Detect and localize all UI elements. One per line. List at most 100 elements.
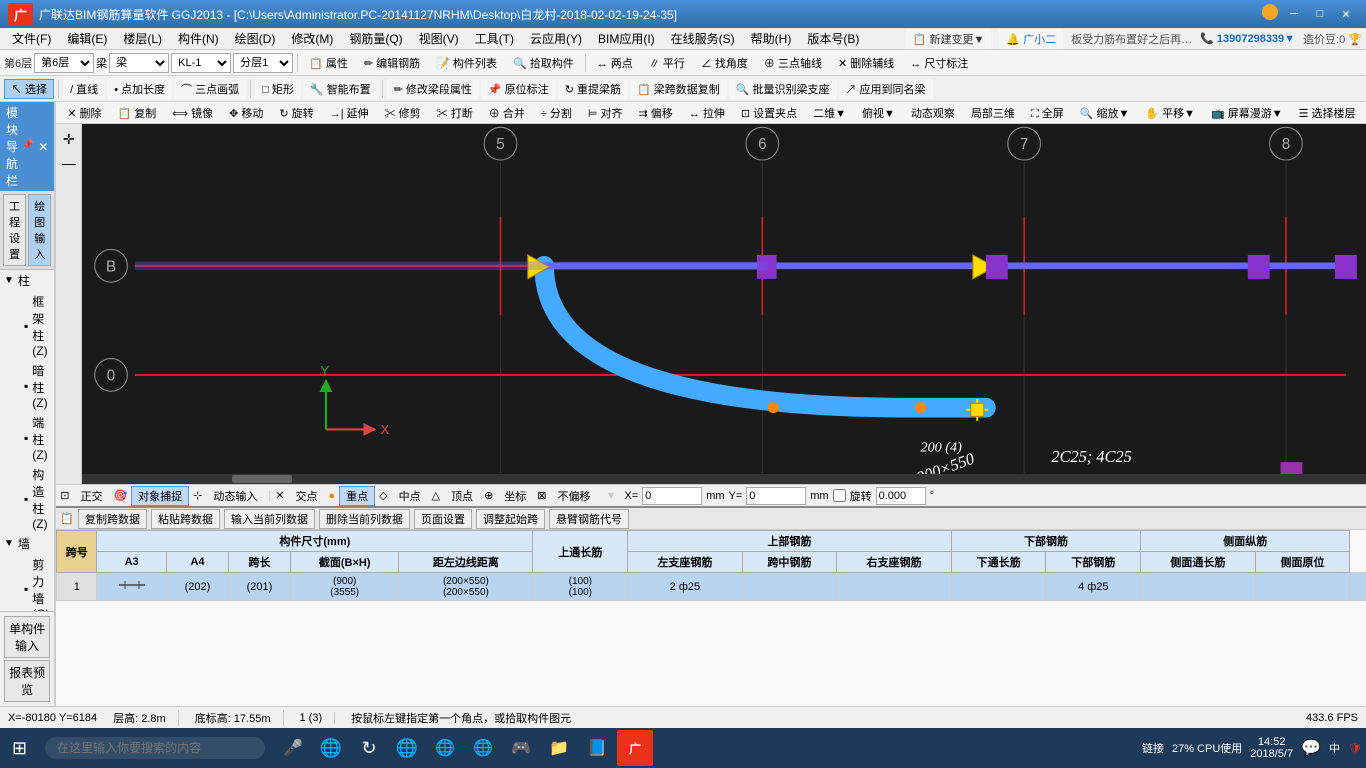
traffic-green[interactable] [1262,4,1278,20]
taskbar-link[interactable]: 链接 [1142,740,1164,756]
menu-tools[interactable]: 工具(T) [467,28,522,49]
delete-col-data-btn[interactable]: 删除当前列数据 [319,509,410,529]
nav-item-end-column[interactable]: ▪端柱(Z) [0,412,54,464]
adjust-start-span-btn[interactable]: 调整起始跨 [476,509,545,529]
break-btn[interactable]: ✂ 打断 [430,103,480,123]
snap-coord[interactable]: 坐标 [497,486,533,506]
find-angle-btn[interactable]: ∠ 找角度 [694,53,755,73]
menu-bim[interactable]: BIM应用(I) [590,28,663,49]
fullscreen-btn[interactable]: ⛶ 全屏 [1024,103,1071,123]
taskbar-glodon-icon[interactable]: 广 [617,730,653,766]
menu-file[interactable]: 文件(F) [4,28,59,49]
snap-dynamic[interactable]: 动态输入 [206,486,264,506]
nav-item-shear-wall[interactable]: ▪剪力墙(Q) [0,554,54,611]
modify-segment-btn[interactable]: ✏ 修改梁段属性 [387,79,479,99]
snap-no-offset[interactable]: 不偏移 [551,486,598,506]
taskbar-browser1-icon[interactable]: 🌐 [313,730,349,766]
taskbar-chrome-icon[interactable]: 🌐 [427,730,463,766]
select-btn[interactable]: ↖ 选择 [4,79,54,99]
snap-object[interactable]: 对象捕捉 [131,486,189,506]
side-tool-add[interactable]: ✛ [58,128,80,150]
menu-cloud[interactable]: 云应用(Y) [522,28,590,49]
snap-endpoint[interactable]: 重点 [339,486,375,506]
layer-select[interactable]: 第6层 [34,53,94,73]
taskbar-search-input[interactable] [45,737,265,759]
dimension-btn[interactable]: ↔ 尺寸标注 [903,53,975,73]
apply-same-name-btn[interactable]: ↗ 应用到同名梁 [839,79,933,99]
taskbar-notification-btn[interactable]: 💬 [1301,738,1321,758]
arc-btn[interactable]: ⌒ 三点画弧 [174,79,246,99]
copy-span-btn[interactable]: 📋 梁跨数据复制 [630,79,727,99]
taskbar-antivirus[interactable]: 🛡 [1348,742,1362,755]
minimize-button[interactable]: ─ [1282,4,1306,24]
hscrollbar[interactable] [82,474,1366,484]
menu-online[interactable]: 在线服务(S) [663,28,743,49]
nav-group-wall[interactable]: ▼ 墙 [0,533,54,554]
edit-rebar-btn[interactable]: ✏ 编辑钢筋 [357,53,427,73]
nav-close-btn[interactable]: ✕ [38,140,48,154]
restore-button[interactable]: □ [1308,4,1332,24]
delete-aux-btn[interactable]: ✕ 删除辅线 [831,53,901,73]
batch-id-btn[interactable]: 🔍 批量识别梁支座 [729,79,837,99]
delete-btn[interactable]: ✕ 删除 [60,103,108,123]
menu-floor[interactable]: 楼层(L) [115,28,170,49]
menu-component[interactable]: 构件(N) [170,28,227,49]
y-input[interactable] [746,487,806,505]
move-btn[interactable]: ✥ 移动 [222,103,270,123]
split-btn[interactable]: ÷ 分割 [534,103,579,123]
close-button[interactable]: ✕ [1334,4,1358,24]
menu-help[interactable]: 帮助(H) [743,28,800,49]
taskbar-chrome2-icon[interactable]: 🌐 [465,730,501,766]
parallel-btn[interactable]: ∥ 平行 [642,53,692,73]
snap-orthogonal[interactable]: 正交 [73,486,109,506]
rect-btn[interactable]: □ 矩形 [255,79,301,99]
data-table-container[interactable]: 跨号 构件尺寸(mm) 上通长筋 上部钢筋 下部钢筋 侧面纵筋 A3 A4 跨长 [56,530,1366,706]
nav-item-dark-column[interactable]: ▪暗柱(Z) [0,360,54,412]
menu-view[interactable]: 视图(V) [411,28,467,49]
grip-btn[interactable]: ⊡ 设置夹点 [734,103,804,123]
side-tool-minus[interactable]: — [58,152,80,174]
project-settings-btn[interactable]: 工程设置 [3,194,26,266]
align-btn[interactable]: ⊨ 对齐 [581,103,630,123]
nav-item-frame-column[interactable]: ▪框架柱(Z) [0,291,54,360]
copy-span-data-btn[interactable]: 复制跨数据 [78,509,147,529]
level-select[interactable]: 分层1 [233,53,293,73]
menu-modify[interactable]: 修改(M) [283,28,341,49]
offset-btn[interactable]: ⇉ 偏移 [632,103,680,123]
copy-btn[interactable]: 📋 复制 [111,103,164,123]
dynamic-view-btn[interactable]: 动态观察 [904,103,962,123]
three-axis-btn[interactable]: ⊕ 三点轴线 [757,53,829,73]
taskbar-browser2-icon[interactable]: 🌐 [389,730,425,766]
pick-component-btn[interactable]: 🔍 拾取构件 [506,53,581,73]
menu-version[interactable]: 版本号(B) [799,28,867,49]
snap-midpoint[interactable]: 中点 [392,486,428,506]
x-input[interactable] [642,487,702,505]
page-setup-btn[interactable]: 页面设置 [414,509,472,529]
table-row[interactable]: 1 (202) (201) (90 [57,573,1366,601]
input-col-data-btn[interactable]: 输入当前列数据 [224,509,315,529]
guang-small-two[interactable]: 🔔 广小二 [999,29,1063,49]
cantilever-code-btn[interactable]: 悬臂钢筋代号 [549,509,629,529]
stretch-btn[interactable]: ↔ 拉伸 [682,103,732,123]
pan-btn[interactable]: ✋ 平移▼ [1138,103,1202,123]
mirror-btn[interactable]: ⟺ 镜像 [165,103,220,123]
new-change-btn[interactable]: 📋 新建变更▼ [906,29,992,49]
extend-btn[interactable]: →| 延伸 [323,103,376,123]
hscroll-thumb[interactable] [232,475,292,483]
rotate-btn[interactable]: ↻ 旋转 [272,103,320,123]
start-button[interactable]: ⊞ [4,734,35,763]
nav-pin-btn[interactable]: 📌 [22,140,34,154]
nav-item-constr-column[interactable]: ▪构造柱(Z) [0,464,54,533]
report-preview-btn[interactable]: 报表预览 [4,660,50,702]
component-list-btn[interactable]: 📝 构件列表 [429,53,504,73]
snap-intersect[interactable]: 交点 [288,486,324,506]
rotate-checkbox[interactable] [833,489,846,502]
taskbar-voice-icon[interactable]: 🎤 [275,730,311,766]
taskbar-folder-icon[interactable]: 📁 [541,730,577,766]
trim-btn[interactable]: ✂ 修剪 [378,103,428,123]
line-btn[interactable]: / 直线 [63,79,105,99]
point-extend-btn[interactable]: • 点加长度 [107,79,172,99]
snap-vertex[interactable]: 顶点 [444,486,480,506]
rotate-input[interactable] [876,487,926,505]
taskbar-game-icon[interactable]: 🎮 [503,730,539,766]
